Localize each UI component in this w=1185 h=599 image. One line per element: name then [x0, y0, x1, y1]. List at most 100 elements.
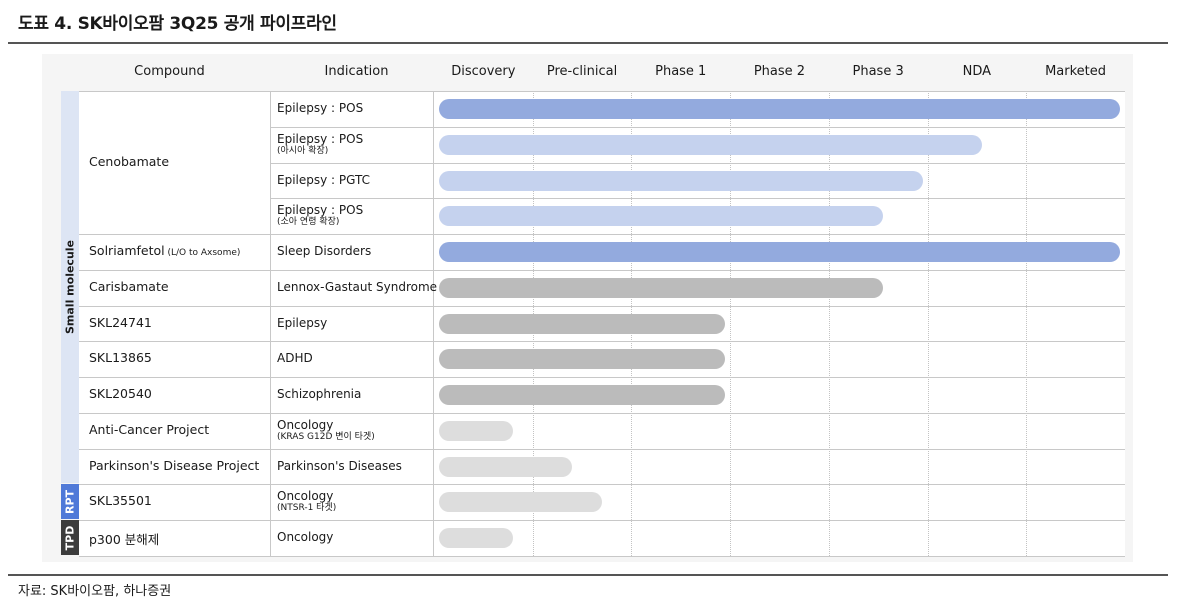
indication-cell: Epilepsy : POS (아시아 확장) — [277, 131, 364, 157]
compound-label: SKL20540 — [89, 386, 152, 402]
indication-label: Epilepsy — [277, 315, 328, 330]
progress-bar — [439, 242, 1120, 263]
row-divider — [79, 484, 1125, 486]
row-divider — [79, 305, 1125, 307]
progress-bar — [439, 492, 602, 513]
indication-cell: Sleep Disorders — [277, 245, 371, 258]
progress-bar — [439, 385, 726, 406]
category-label: TPD — [63, 525, 77, 550]
header-compound: Compound — [134, 64, 205, 79]
stage-divider — [828, 91, 830, 556]
compound-name: SKL20540 — [89, 386, 152, 401]
progress-bar — [439, 420, 513, 441]
row-divider — [79, 520, 1125, 522]
progress-bar — [439, 349, 726, 370]
indication-sublabel: (KRAS G12D 변이 타겟) — [277, 431, 375, 442]
indication-label: Oncology — [277, 530, 334, 545]
table-top-line — [79, 91, 1125, 92]
indication-label: Epilepsy : PGTC — [277, 172, 371, 187]
indication-cell: Epilepsy : PGTC — [277, 172, 371, 187]
header-stage-phase-2: Phase 2 — [753, 64, 806, 79]
row-divider — [79, 448, 1125, 450]
indication-cell: Schizophrenia — [277, 388, 361, 401]
indication-sublabel: (소아 연령 확장) — [277, 217, 340, 228]
progress-bar — [439, 206, 884, 227]
col-divider-compound — [270, 91, 271, 556]
compound-name: Solriamfetol (L/O to Axsome) — [89, 243, 240, 258]
compound-name: SKL35501 — [89, 493, 152, 508]
progress-bar — [439, 170, 923, 191]
indication-label: Epilepsy : POS — [277, 203, 364, 218]
indication-label: Sleep Disorders — [277, 244, 372, 259]
compound-label: Carisbamate — [89, 278, 169, 294]
page-title: 도표 4. SK바이오팜 3Q25 공개 파이프라인 — [18, 14, 337, 34]
compound-label: Cenobamate — [89, 153, 170, 169]
row-divider — [79, 377, 1125, 379]
header-stage-phase-3: Phase 3 — [852, 64, 904, 79]
stage-divider — [1026, 91, 1028, 556]
compound-name: Cenobamate — [89, 154, 169, 169]
indication-cell: Oncology — [277, 531, 333, 544]
indication-label: Lennox-Gastaut Syndrome — [277, 279, 438, 294]
header-stage-phase-1: Phase 1 — [655, 64, 707, 79]
compound-label: SKL35501 — [89, 493, 152, 509]
header-stage-marketed: Marketed — [1045, 64, 1106, 79]
row-divider — [79, 269, 1125, 271]
indication-cell: Epilepsy — [277, 315, 328, 330]
indication-label: Parkinson's Diseases — [277, 458, 402, 473]
category-band-tpd: TPD — [61, 520, 79, 555]
category-label: RPT — [63, 489, 77, 514]
indication-sublabel: (아시아 확장) — [277, 145, 329, 156]
row-divider — [79, 234, 1125, 236]
progress-bar — [439, 277, 884, 298]
row-divider — [270, 126, 1125, 128]
header-indication: Indication — [324, 64, 389, 79]
indication-sublabel: (NTSR-1 타겟) — [277, 503, 337, 514]
title-divider — [8, 42, 1168, 44]
compound-label: Parkinson's Disease Project — [89, 457, 260, 473]
footer-divider — [8, 574, 1168, 576]
header-stage-discovery: Discovery — [451, 64, 516, 79]
indication-cell: Lennox-Gastaut Syndrome — [277, 279, 438, 294]
progress-bar — [439, 313, 726, 334]
stage-divider — [730, 91, 732, 556]
compound-label: Solriamfetol — [89, 242, 165, 258]
row-divider — [270, 162, 1125, 164]
indication-label: Schizophrenia — [277, 387, 362, 402]
compound-label: SKL24741 — [89, 314, 152, 330]
indication-cell: Parkinson's Diseases — [277, 458, 402, 473]
indication-label: Epilepsy : POS — [277, 131, 364, 146]
compound-label: Anti-Cancer Project — [89, 421, 210, 437]
header-stage-nda: NDA — [962, 64, 992, 79]
category-band-rpt: RPT — [61, 484, 79, 520]
indication-cell: Epilepsy : POS — [277, 102, 363, 115]
indication-label: ADHD — [277, 351, 313, 366]
compound-note: (L/O to Axsome) — [164, 247, 241, 258]
compound-name: SKL24741 — [89, 315, 152, 330]
progress-bar — [439, 456, 573, 477]
row-divider — [79, 341, 1125, 343]
indication-cell: ADHD — [277, 352, 313, 365]
header-stage-pre-clinical: Pre-clinical — [546, 64, 618, 79]
indication-cell: Epilepsy : POS (소아 연령 확장) — [277, 204, 363, 228]
col-divider-indication — [433, 91, 434, 556]
compound-name: Anti-Cancer Project — [89, 422, 209, 437]
category-label: Small molecule — [63, 240, 77, 335]
indication-cell: Oncology (NTSR-1 타겟) — [277, 490, 336, 514]
compound-label: SKL13865 — [89, 350, 152, 366]
row-divider — [79, 412, 1125, 414]
stage-divider — [927, 91, 929, 556]
progress-bar — [439, 134, 982, 155]
compound-name: p300 분해제 — [89, 529, 159, 548]
compound-name: Carisbamate — [89, 279, 169, 294]
indication-label: Epilepsy : POS — [277, 101, 364, 115]
source-note: 자료: SK바이오팜, 하나증권 — [18, 584, 172, 599]
category-band-small-molecule: Small molecule — [61, 91, 79, 484]
indication-label: Oncology — [277, 417, 334, 432]
row-divider — [270, 198, 1125, 200]
compound-name: Parkinson's Disease Project — [89, 458, 259, 473]
progress-bar — [439, 528, 513, 549]
row-divider — [79, 556, 1125, 557]
progress-bar — [439, 99, 1120, 119]
indication-cell: Oncology (KRAS G12D 변이 타겟) — [277, 417, 375, 443]
